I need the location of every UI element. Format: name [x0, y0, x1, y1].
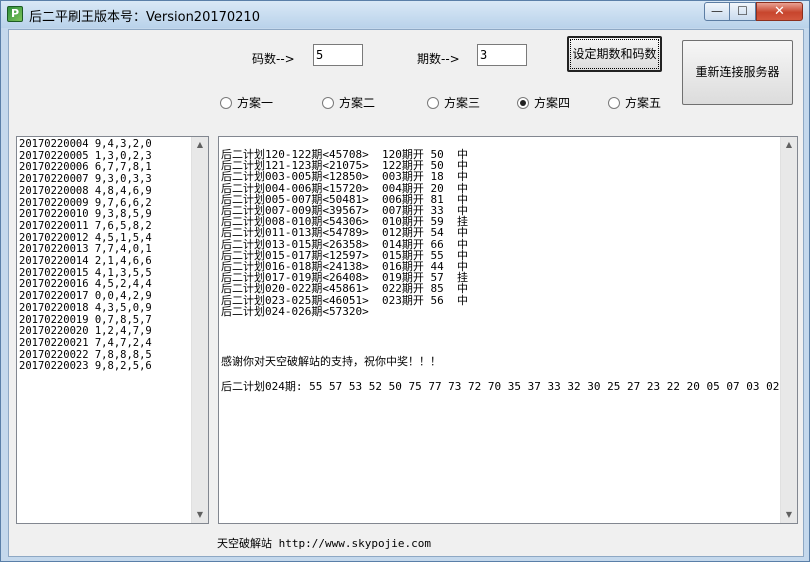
app-icon: P	[7, 6, 23, 22]
period-count-label: 期数-->	[417, 52, 460, 66]
scroll-up-icon[interactable]: ▲	[192, 137, 208, 153]
close-button[interactable]: ✕	[756, 2, 803, 21]
code-count-label: 码数-->	[252, 52, 295, 66]
plan-024-codes: 后二计划024期: 55 57 53 52 50 75 77 73 72 70 …	[221, 380, 798, 393]
scroll-up-icon[interactable]: ▲	[781, 137, 797, 153]
output-scrollbar[interactable]: ▲ ▼	[780, 137, 797, 523]
scheme-radio-5[interactable]: 方案五	[608, 94, 661, 111]
reconnect-server-button[interactable]: 重新连接服务器	[682, 40, 793, 105]
scheme-radio-1[interactable]: 方案一	[220, 94, 273, 111]
history-row: 20170220018 4,3,5,0,9	[19, 301, 152, 314]
draw-history-list[interactable]: 20170220004 9,4,3,2,0 20170220005 1,3,0,2…	[16, 136, 209, 524]
history-scrollbar[interactable]: ▲ ▼	[191, 137, 208, 523]
history-row: 20170220004 9,4,3,2,0	[19, 138, 152, 150]
footer-site-label: 天空破解站 http://www.skypojie.com	[217, 537, 431, 550]
app-window: P 后二平刷王版本号：Version20170210 — ☐ ✕ 码数--> 5…	[0, 0, 810, 562]
plan-lines: 后二计划120-122期<45708> 120期开 50 中后二计划121-12…	[221, 149, 468, 317]
scheme-radio-2[interactable]: 方案二	[322, 94, 375, 111]
plan-output-text[interactable]: 后二计划120-122期<45708> 120期开 50 中后二计划121-12…	[218, 136, 798, 524]
set-periods-codes-button[interactable]: 设定期数和码数	[567, 36, 662, 72]
code-count-input[interactable]: 5	[313, 44, 363, 66]
scheme-radio-4[interactable]: 方案四	[517, 94, 570, 111]
history-row: 20170220021 7,4,7,2,4	[19, 336, 152, 349]
client-area: 码数--> 5 期数--> 3 设定期数和码数 重新连接服务器 方案一 方案二 …	[8, 29, 804, 557]
window-title: 后二平刷王版本号：Version20170210	[29, 10, 260, 25]
plan-line: 后二计划011-013期<54789> 012期开 54 中	[221, 226, 468, 240]
history-row: 20170220023 9,8,2,5,6	[19, 360, 152, 373]
history-items: 20170220004 9,4,3,2,0 20170220005 1,3,0,2…	[19, 138, 152, 373]
radio-circle-icon	[608, 96, 620, 109]
radio-circle-icon	[322, 96, 334, 109]
history-row: 20170220014 2,1,4,6,6	[19, 255, 152, 268]
radio-circle-icon	[220, 96, 232, 109]
minimize-button[interactable]: —	[704, 2, 730, 21]
scroll-down-icon[interactable]: ▼	[781, 507, 797, 523]
plan-line: 后二计划003-005期<12850> 003期开 18 中	[221, 170, 468, 184]
thanks-message: 感谢你对天空破解站的支持，祝你中奖！！！	[221, 355, 441, 368]
maximize-button[interactable]: ☐	[730, 2, 756, 21]
scroll-down-icon[interactable]: ▼	[192, 507, 208, 523]
radio-selected-icon	[517, 96, 529, 109]
history-row: 20170220008 4,8,4,6,9	[19, 184, 152, 197]
period-count-input[interactable]: 3	[477, 44, 527, 66]
scheme-radio-3[interactable]: 方案三	[427, 94, 480, 111]
plan-line: 后二计划020-022期<45861> 022期开 85 中	[221, 282, 468, 296]
radio-circle-icon	[427, 96, 439, 109]
history-row: 20170220011 7,6,5,8,2	[19, 219, 152, 232]
plan-line: 后二计划024-026期<57320>	[221, 304, 369, 318]
title-bar[interactable]: P 后二平刷王版本号：Version20170210 — ☐ ✕	[1, 1, 809, 28]
